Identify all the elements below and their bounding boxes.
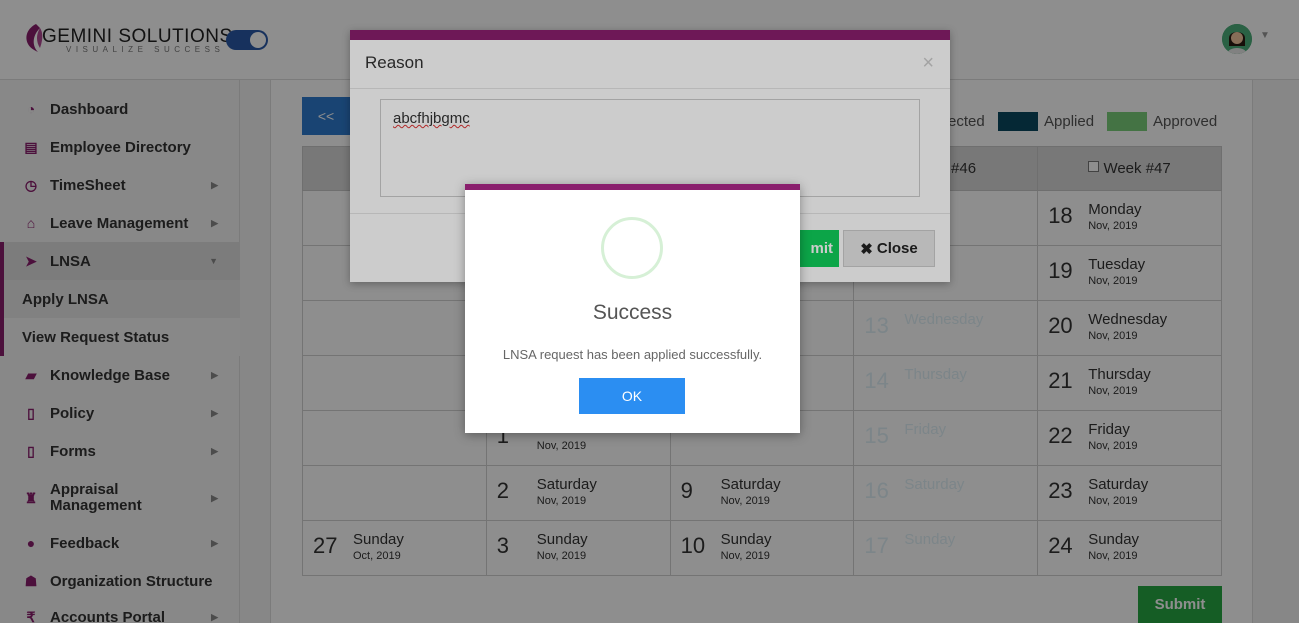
alert-title: Success bbox=[592, 301, 673, 324]
success-alert: Success LNSA request has been applied su… bbox=[465, 184, 800, 433]
alert-message: LNSA request has been applied successful… bbox=[502, 347, 763, 362]
ok-button[interactable]: OK bbox=[579, 378, 685, 414]
success-icon bbox=[601, 217, 663, 279]
